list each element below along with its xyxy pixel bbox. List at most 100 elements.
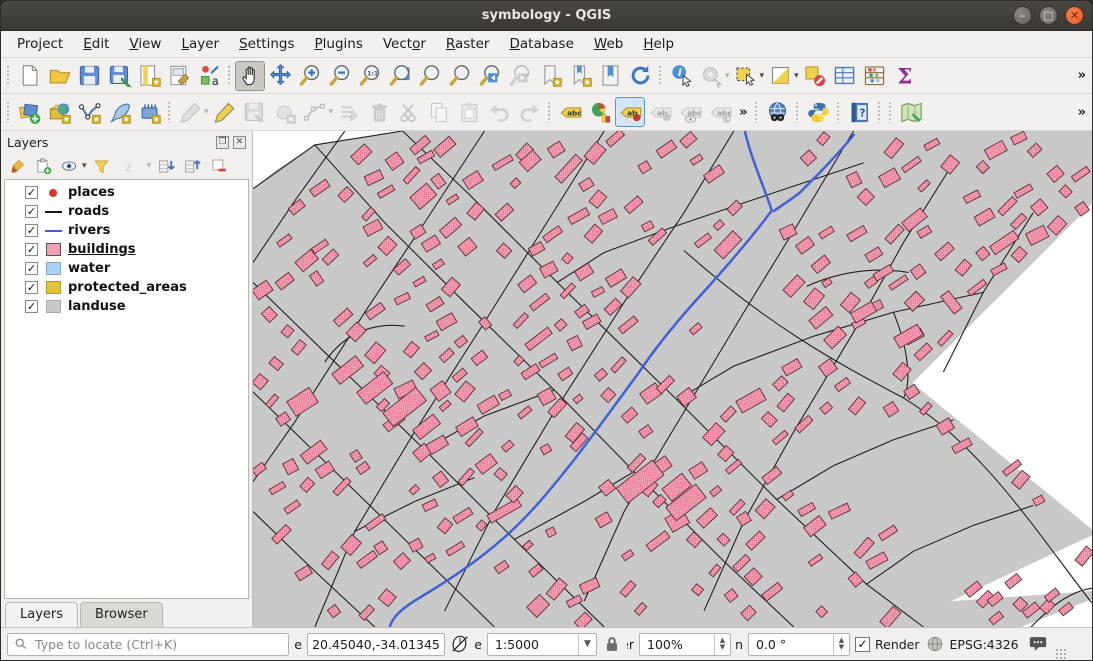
python-console-icon[interactable] bbox=[803, 97, 833, 127]
manage-map-themes-dropdown-icon[interactable]: ▾ bbox=[82, 161, 87, 171]
open-attribute-table-icon[interactable] bbox=[830, 61, 860, 91]
zoom-next-icon[interactable] bbox=[505, 61, 535, 91]
menu-settings[interactable]: Settings bbox=[229, 33, 304, 55]
close-button[interactable]: ✕ bbox=[1065, 6, 1084, 25]
save-project-as-icon[interactable] bbox=[104, 61, 134, 91]
collapse-all-icon[interactable] bbox=[180, 155, 204, 177]
toolbar-drag-handle[interactable] bbox=[658, 65, 663, 86]
show-bookmark-manager-icon[interactable] bbox=[595, 61, 625, 91]
remove-layer-group-icon[interactable] bbox=[206, 155, 230, 177]
layer-item-water[interactable]: ✓ water bbox=[5, 259, 248, 278]
zoom-full-icon[interactable] bbox=[385, 61, 415, 91]
render-checkbox[interactable]: ✓ bbox=[855, 637, 870, 652]
toolbar-drag-handle[interactable] bbox=[836, 101, 841, 123]
layer-item-rivers[interactable]: ✓rivers bbox=[5, 221, 248, 240]
save-project-icon[interactable] bbox=[74, 61, 104, 91]
layer-item-protected_areas[interactable]: ✓ protected_areas bbox=[5, 278, 248, 297]
layer-labeling-options-icon[interactable]: abc bbox=[555, 97, 585, 127]
run-feature-action-dropdown-icon[interactable]: ▾ bbox=[725, 71, 730, 81]
identify-features-icon[interactable]: i bbox=[666, 61, 696, 91]
add-group-icon[interactable] bbox=[31, 155, 55, 177]
layer-name-buildings[interactable]: buildings bbox=[68, 242, 136, 257]
toggle-extents-mouse-icon[interactable] bbox=[450, 634, 470, 654]
new-spatial-bookmark-icon[interactable] bbox=[535, 61, 565, 91]
vertex-tool-icon[interactable] bbox=[300, 97, 330, 127]
zoom-to-native-resolution-icon[interactable]: 1:1 bbox=[355, 61, 385, 91]
layer-checkbox-landuse[interactable]: ✓ bbox=[25, 300, 38, 313]
layer-checkbox-roads[interactable]: ✓ bbox=[25, 205, 38, 218]
dock-tab-browser[interactable]: Browser bbox=[80, 602, 163, 627]
layer-checkbox-places[interactable]: ✓ bbox=[25, 186, 38, 199]
pan-map-to-selection-icon[interactable] bbox=[265, 61, 295, 91]
layer-checkbox-rivers[interactable]: ✓ bbox=[25, 224, 38, 237]
layer-item-roads[interactable]: ✓ roads bbox=[5, 202, 248, 221]
show-hide-labels-icon[interactable]: abc bbox=[675, 97, 705, 127]
layer-name-water[interactable]: water bbox=[68, 261, 110, 276]
deselect-features-icon[interactable] bbox=[800, 61, 830, 91]
show-layout-manager-icon[interactable] bbox=[164, 61, 194, 91]
toolbar-drag-handle[interactable] bbox=[795, 101, 800, 123]
select-features-dropdown-icon[interactable]: ▾ bbox=[760, 71, 765, 81]
help-contents-icon[interactable]: ? bbox=[844, 97, 874, 127]
cut-features-icon[interactable] bbox=[394, 97, 424, 127]
magnifier-spinbox[interactable]: 100% ▲▼ bbox=[639, 633, 731, 656]
style-manager-icon[interactable]: a bbox=[194, 61, 224, 91]
layer-checkbox-water[interactable]: ✓ bbox=[25, 262, 38, 275]
map-plugin-tool-icon[interactable] bbox=[896, 97, 926, 127]
layer-checkbox-protected_areas[interactable]: ✓ bbox=[25, 281, 38, 294]
zoom-in-icon[interactable] bbox=[295, 61, 325, 91]
menu-layer[interactable]: Layer bbox=[171, 33, 229, 55]
map-canvas[interactable] bbox=[253, 131, 1092, 627]
layer-tree[interactable]: ✓places✓roads✓rivers✓buildings✓water✓pro… bbox=[4, 179, 249, 599]
rotation-spinbox[interactable]: 0.0 ° ▲▼ bbox=[748, 633, 850, 656]
zoom-last-icon[interactable] bbox=[475, 61, 505, 91]
locator-input[interactable] bbox=[33, 636, 282, 653]
filter-legend-by-expression-icon[interactable]: ε bbox=[116, 155, 146, 177]
current-edits-dropdown-icon[interactable]: ▾ bbox=[204, 107, 209, 117]
float-panel-icon[interactable]: ❐ bbox=[216, 136, 229, 149]
magnifier-spinner[interactable]: ▲▼ bbox=[714, 634, 730, 655]
new-project-icon[interactable] bbox=[14, 61, 44, 91]
manage-map-themes-icon[interactable] bbox=[57, 155, 81, 177]
menu-raster[interactable]: Raster bbox=[436, 33, 500, 55]
filter-legend-icon[interactable] bbox=[90, 155, 114, 177]
modify-attributes-selected-icon[interactable] bbox=[334, 97, 364, 127]
undo-icon[interactable] bbox=[484, 97, 514, 127]
resize-grip[interactable] bbox=[1055, 648, 1067, 660]
add-polygon-feature-icon[interactable] bbox=[270, 97, 300, 127]
toolbar-drag-handle[interactable] bbox=[6, 101, 11, 123]
pan-map-icon[interactable] bbox=[235, 61, 265, 91]
new-geopackage-layer-icon[interactable] bbox=[44, 97, 74, 127]
new-virtual-layer-icon[interactable] bbox=[134, 97, 164, 127]
rotation-spinner[interactable]: ▲▼ bbox=[833, 634, 849, 655]
layer-name-places[interactable]: places bbox=[68, 185, 115, 200]
minimize-button[interactable]: – bbox=[1013, 6, 1032, 25]
refresh-map-icon[interactable] bbox=[625, 61, 655, 91]
layer-item-landuse[interactable]: ✓ landuse bbox=[5, 297, 248, 316]
select-features-by-value-dropdown-icon[interactable]: ▾ bbox=[794, 71, 799, 81]
copy-features-icon[interactable] bbox=[424, 97, 454, 127]
run-feature-action-icon[interactable] bbox=[696, 61, 726, 91]
dock-tab-layers[interactable]: Layers bbox=[5, 602, 78, 627]
select-features-icon[interactable] bbox=[731, 61, 761, 91]
save-layer-edits-icon[interactable] bbox=[240, 97, 270, 127]
toolbar-overflow-2[interactable]: » bbox=[1074, 105, 1090, 120]
layer-name-landuse[interactable]: landuse bbox=[68, 299, 126, 314]
new-shapefile-layer-icon[interactable] bbox=[74, 97, 104, 127]
redo-icon[interactable] bbox=[514, 97, 544, 127]
field-calculator-icon[interactable] bbox=[860, 61, 890, 91]
select-features-by-value-icon[interactable] bbox=[765, 61, 795, 91]
menu-edit[interactable]: Edit bbox=[73, 33, 119, 55]
toolbar-drag-handle[interactable] bbox=[888, 101, 893, 123]
open-data-source-manager-icon[interactable] bbox=[14, 97, 44, 127]
layer-item-buildings[interactable]: ✓buildings bbox=[5, 240, 248, 259]
layer-name-roads[interactable]: roads bbox=[68, 204, 109, 219]
layer-name-protected_areas[interactable]: protected_areas bbox=[68, 280, 187, 295]
menu-vector[interactable]: Vector bbox=[373, 33, 436, 55]
vertex-tool-dropdown-icon[interactable]: ▾ bbox=[329, 107, 334, 117]
messages-icon[interactable] bbox=[1028, 634, 1048, 654]
toolbar-overflow-labels[interactable]: » bbox=[735, 105, 751, 120]
toolbar-drag-handle[interactable] bbox=[754, 101, 759, 123]
pin-unpin-labels-icon[interactable]: ab bbox=[615, 97, 645, 127]
paste-features-icon[interactable] bbox=[454, 97, 484, 127]
